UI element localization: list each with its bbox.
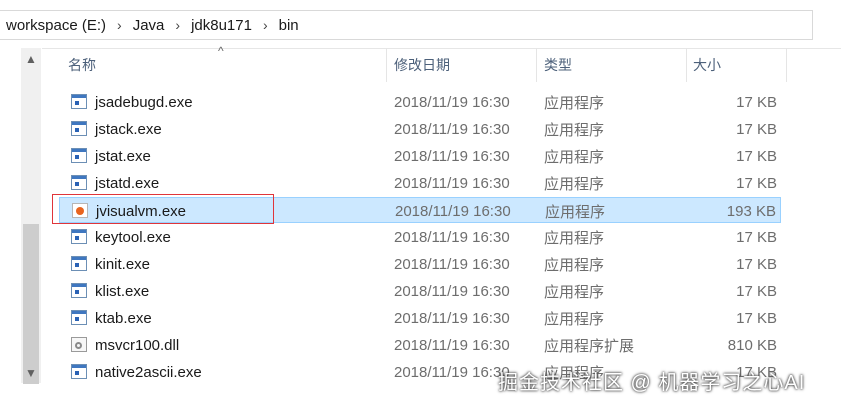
column-divider[interactable] (686, 48, 687, 82)
column-header-size[interactable]: 大小 (693, 48, 721, 82)
file-type: 应用程序 (544, 175, 605, 193)
exe-icon (71, 310, 87, 325)
file-name: jsadebugd.exe (95, 93, 193, 111)
scrollbar-thumb[interactable] (23, 224, 39, 384)
column-header-modified[interactable]: 修改日期 (394, 48, 450, 82)
column-divider[interactable] (386, 48, 387, 82)
chevron-right-icon[interactable]: › (258, 17, 273, 33)
file-modified: 2018/11/19 16:30 (394, 309, 510, 327)
breadcrumb[interactable]: workspace (E:) › Java › jdk8u171 › bin (0, 10, 813, 40)
file-row[interactable]: keytool.exe 2018/11/19 16:30 应用程序 17 KB (59, 224, 781, 250)
exe-icon (71, 256, 87, 271)
file-size: 17 KB (736, 120, 777, 138)
file-modified: 2018/11/19 16:30 (395, 202, 511, 220)
file-modified: 2018/11/19 16:30 (394, 336, 510, 354)
file-size: 810 KB (727, 336, 777, 354)
file-row[interactable]: klist.exe 2018/11/19 16:30 应用程序 17 KB (59, 278, 781, 304)
breadcrumb-jdk[interactable]: jdk8u171 (185, 17, 258, 34)
file-type: 应用程序 (544, 148, 605, 166)
file-size: 17 KB (736, 255, 777, 273)
exe-icon (71, 175, 87, 190)
file-name: msvcr100.dll (95, 336, 180, 354)
file-name: klist.exe (95, 282, 150, 300)
exe-icon (71, 121, 87, 136)
exe-icon (71, 364, 87, 379)
file-type: 应用程序 (544, 310, 605, 328)
breadcrumb-java[interactable]: Java (127, 17, 171, 34)
file-type: 应用程序 (544, 256, 605, 274)
column-header-name[interactable]: 名称 (68, 48, 96, 82)
exe-icon (71, 148, 87, 163)
file-modified: 2018/11/19 16:30 (394, 120, 510, 138)
exe-icon (71, 283, 87, 298)
file-modified: 2018/11/19 16:30 (394, 228, 510, 246)
highlight-box (52, 194, 274, 224)
scroll-down-icon[interactable]: ▼ (21, 364, 41, 382)
file-size: 193 KB (726, 202, 776, 220)
file-modified: 2018/11/19 16:30 (394, 255, 510, 273)
file-row[interactable]: msvcr100.dll 2018/11/19 16:30 应用程序扩展 810 KB (59, 332, 781, 358)
file-modified: 2018/11/19 16:30 (394, 363, 510, 381)
dll-icon (71, 337, 87, 352)
file-size: 17 KB (736, 282, 777, 300)
file-type: 应用程序 (545, 203, 606, 221)
file-type: 应用程序 (544, 229, 605, 247)
file-name: jstatd.exe (95, 174, 160, 192)
file-name: jstat.exe (95, 147, 151, 165)
file-size: 17 KB (736, 309, 777, 327)
file-type: 应用程序 (544, 94, 605, 112)
file-size: 17 KB (736, 174, 777, 192)
chevron-right-icon[interactable]: › (170, 17, 185, 33)
file-row[interactable]: ktab.exe 2018/11/19 16:30 应用程序 17 KB (59, 305, 781, 331)
breadcrumb-drive[interactable]: workspace (E:) (0, 17, 112, 34)
file-name: ktab.exe (95, 309, 152, 327)
address-bar: workspace (E:) › Java › jdk8u171 › bin (0, 0, 841, 49)
file-modified: 2018/11/19 16:30 (394, 147, 510, 165)
chevron-right-icon[interactable]: › (112, 17, 127, 33)
watermark: 掘金技术社区 @ 机器学习之心AI (498, 372, 806, 394)
file-row[interactable]: jstat.exe 2018/11/19 16:30 应用程序 17 KB (59, 143, 781, 169)
file-size: 17 KB (736, 93, 777, 111)
column-header-row: 名称 修改日期 类型 大小 (59, 48, 787, 82)
file-row[interactable]: jsadebugd.exe 2018/11/19 16:30 应用程序 17 KB (59, 89, 781, 115)
file-name: kinit.exe (95, 255, 151, 273)
file-size: 17 KB (736, 228, 777, 246)
file-modified: 2018/11/19 16:30 (394, 93, 510, 111)
file-row[interactable]: jstack.exe 2018/11/19 16:30 应用程序 17 KB (59, 116, 781, 142)
column-header-type[interactable]: 类型 (544, 48, 572, 82)
file-row[interactable]: jstatd.exe 2018/11/19 16:30 应用程序 17 KB (59, 170, 781, 196)
breadcrumb-bin[interactable]: bin (273, 17, 305, 34)
file-name: jstack.exe (95, 120, 162, 138)
file-name: native2ascii.exe (95, 363, 202, 381)
file-row[interactable]: kinit.exe 2018/11/19 16:30 应用程序 17 KB (59, 251, 781, 277)
exe-icon (71, 229, 87, 244)
exe-icon (71, 94, 87, 109)
nav-scrollbar[interactable]: ▲ ▼ (21, 48, 41, 384)
file-modified: 2018/11/19 16:30 (394, 174, 510, 192)
column-divider[interactable] (536, 48, 537, 82)
scroll-up-icon[interactable]: ▲ (21, 50, 41, 68)
file-type: 应用程序 (544, 121, 605, 139)
file-type: 应用程序 (544, 283, 605, 301)
file-type: 应用程序扩展 (544, 337, 635, 355)
file-modified: 2018/11/19 16:30 (394, 282, 510, 300)
file-size: 17 KB (736, 147, 777, 165)
file-name: keytool.exe (95, 228, 171, 246)
column-divider[interactable] (786, 48, 787, 82)
